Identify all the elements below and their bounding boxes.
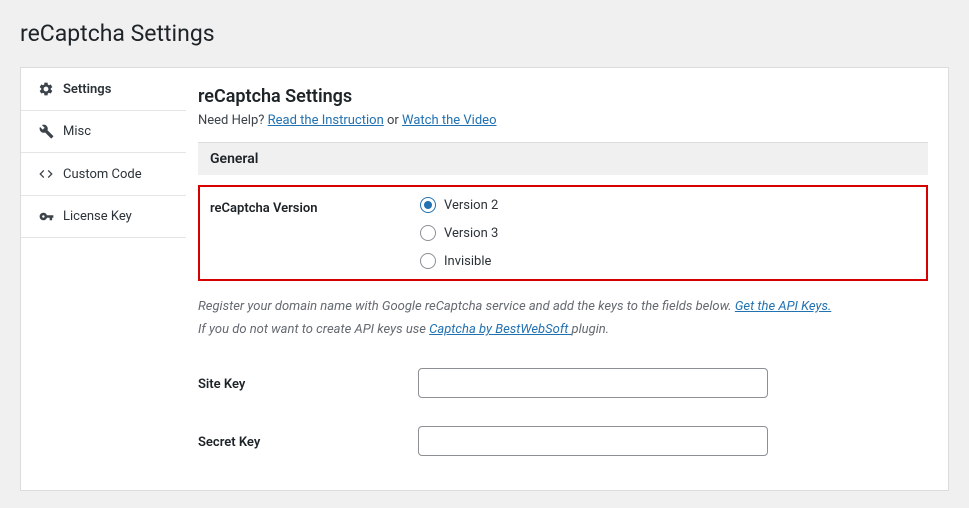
section-header-general: General	[198, 143, 928, 175]
site-key-input[interactable]	[418, 368, 768, 398]
read-instruction-link[interactable]: Read the Instruction	[268, 113, 384, 128]
help-prefix: Need Help?	[198, 113, 268, 128]
help-or: or	[384, 113, 402, 128]
sidebar-item-label: Custom Code	[63, 167, 142, 182]
version-label: reCaptcha Version	[200, 197, 420, 216]
captcha-plugin-link[interactable]: Captcha by BestWebSoft	[429, 322, 571, 337]
sidebar-item-misc[interactable]: Misc	[21, 111, 186, 153]
radio-input-v3[interactable]	[420, 225, 436, 241]
site-key-label: Site Key	[198, 373, 418, 392]
gear-icon	[37, 81, 55, 97]
sidebar-item-license-key[interactable]: License Key	[21, 196, 186, 238]
radio-invisible[interactable]: Invisible	[420, 253, 926, 269]
sidebar-item-label: Settings	[63, 82, 111, 97]
version-highlight-box: reCaptcha Version Version 2 Version 3	[198, 185, 928, 281]
sidebar-item-label: License Key	[63, 209, 132, 224]
secret-key-label: Secret Key	[198, 431, 418, 450]
secret-key-input[interactable]	[418, 426, 768, 456]
radio-label: Version 2	[444, 198, 498, 213]
wrench-icon	[37, 124, 55, 139]
settings-tabs-sidebar: Settings Misc Custom Code License Key	[21, 68, 186, 490]
watch-video-link[interactable]: Watch the Video	[402, 113, 496, 128]
radio-version-3[interactable]: Version 3	[420, 225, 926, 241]
radio-input-v2[interactable]	[420, 197, 436, 213]
help-line: Need Help? Read the Instruction or Watch…	[198, 113, 928, 128]
radio-label: Version 3	[444, 226, 498, 241]
radio-input-invisible[interactable]	[420, 253, 436, 269]
get-api-keys-link[interactable]: Get the API Keys.	[735, 299, 831, 314]
desc-text-2b: plugin.	[572, 322, 610, 337]
content-title: reCaptcha Settings	[198, 86, 928, 107]
version-radio-group: Version 2 Version 3 Invisible	[420, 197, 926, 269]
sidebar-item-settings[interactable]: Settings	[21, 68, 186, 111]
sidebar-item-label: Misc	[63, 124, 91, 139]
content-area: reCaptcha Settings Need Help? Read the I…	[186, 68, 948, 490]
desc-text-2a: If you do not want to create API keys us…	[198, 322, 429, 337]
sidebar-item-custom-code[interactable]: Custom Code	[21, 153, 186, 196]
desc-text-1: Register your domain name with Google re…	[198, 299, 735, 314]
settings-panel: Settings Misc Custom Code License Key re…	[20, 67, 949, 491]
code-icon	[37, 166, 55, 182]
radio-label: Invisible	[444, 254, 491, 269]
radio-version-2[interactable]: Version 2	[420, 197, 926, 213]
page-title: reCaptcha Settings	[20, 20, 949, 47]
description-text: Register your domain name with Google re…	[198, 295, 928, 342]
key-icon	[37, 209, 55, 224]
